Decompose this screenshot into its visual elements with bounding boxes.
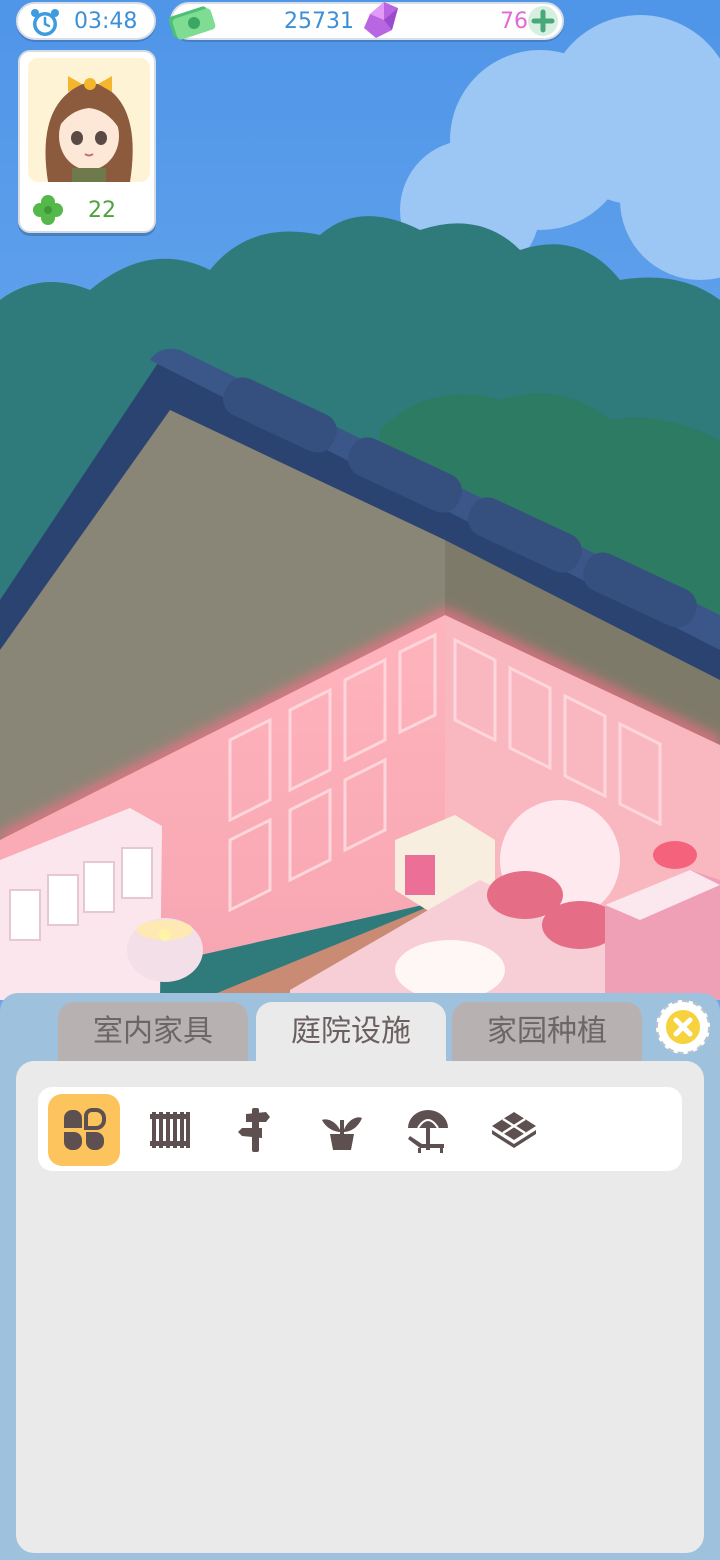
add-gems-button[interactable]: [528, 6, 558, 36]
category-leisure[interactable]: [392, 1094, 464, 1166]
parasol-lounger-icon: [408, 1110, 448, 1153]
gem-icon: [364, 2, 398, 38]
plus-icon: [531, 9, 555, 33]
signpost-icon: [238, 1108, 270, 1152]
category-flooring[interactable]: [478, 1094, 550, 1166]
fence-icon: [150, 1112, 190, 1148]
player-profile-card[interactable]: 22: [18, 50, 156, 233]
cash-icon: [168, 6, 216, 40]
floor-tiles-icon: [492, 1112, 536, 1148]
alarm-clock-icon: [31, 9, 59, 36]
gem-amount: 76: [500, 9, 528, 34]
tab-garden-planting[interactable]: 家园种植: [452, 1002, 642, 1066]
category-fence[interactable]: [134, 1094, 206, 1166]
clock-display: 03:48: [16, 2, 156, 40]
close-button[interactable]: [656, 1000, 710, 1054]
clover-leaves-icon: [64, 1108, 106, 1150]
close-icon: [666, 1010, 700, 1044]
currency-bar: 25731 76: [168, 2, 564, 40]
category-bar: [38, 1087, 682, 1171]
avatar: [28, 58, 150, 182]
clock-time: 03:48: [74, 9, 138, 34]
category-plants[interactable]: [306, 1094, 378, 1166]
clover-count: 22: [88, 198, 116, 223]
clover-icon: [33, 195, 63, 225]
decoration-panel: 室内家具 庭院设施 家园种植: [0, 993, 720, 1560]
category-signpost[interactable]: [220, 1094, 292, 1166]
potted-plant-icon: [322, 1117, 362, 1150]
category-all[interactable]: [48, 1094, 120, 1166]
tab-yard-facilities[interactable]: 庭院设施: [256, 1002, 446, 1070]
avatar-art: [45, 76, 133, 182]
cash-amount: 25731: [284, 9, 354, 34]
items-area: [16, 1061, 704, 1553]
tab-indoor-furniture[interactable]: 室内家具: [58, 1002, 248, 1066]
lamp: [127, 918, 203, 982]
